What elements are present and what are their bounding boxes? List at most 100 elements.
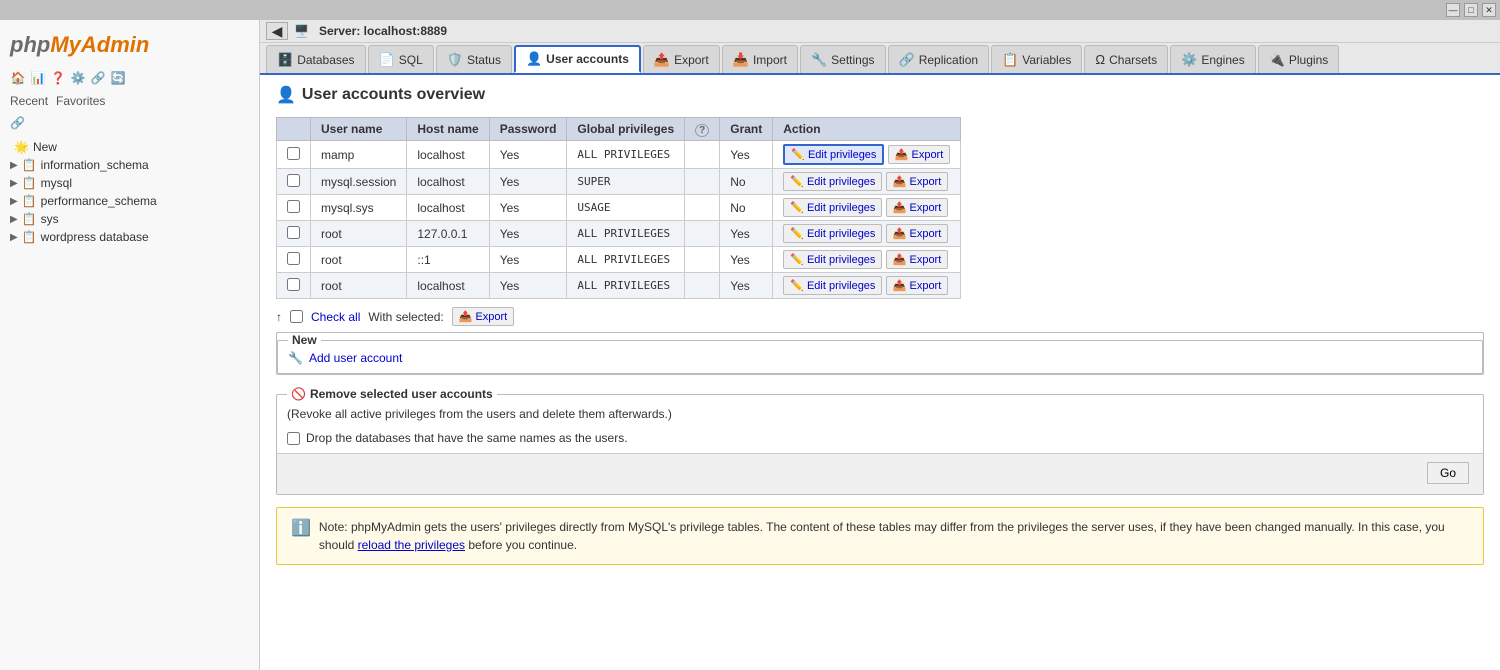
nav-tab-import[interactable]: 📥Import xyxy=(722,45,798,73)
table-row: mysql.session localhost Yes SUPER No ✏️ … xyxy=(277,169,961,195)
sidebar-item-new[interactable]: 🌟New xyxy=(10,138,249,156)
nav-tab-variables[interactable]: 📋Variables xyxy=(991,45,1082,73)
row-username-3: root xyxy=(311,221,407,247)
nav-tab-status[interactable]: 🛡️Status xyxy=(436,45,512,73)
link-icon-area: 🔗 xyxy=(0,112,259,134)
row-checkbox-5[interactable] xyxy=(287,278,300,291)
row-check-0[interactable] xyxy=(277,141,311,169)
nav-tab-engines[interactable]: ⚙️Engines xyxy=(1170,45,1256,73)
edit-icon-5: ✏️ xyxy=(790,279,804,292)
content-area: ◀ 🖥️ Server: localhost:8889 🗄️Databases📄… xyxy=(260,20,1500,670)
export-btn-0[interactable]: 📤 Export xyxy=(888,145,951,164)
sidebar-item-wordpress-database[interactable]: ▶📋wordpress database xyxy=(10,228,249,246)
tab-label-1: SQL xyxy=(399,53,423,67)
tree-expand-icon-4: ▶ xyxy=(10,214,18,225)
row-checkbox-3[interactable] xyxy=(287,226,300,239)
check-all-checkbox[interactable] xyxy=(290,310,303,323)
check-all-label[interactable]: Check all xyxy=(311,310,360,324)
drop-db-checkbox[interactable] xyxy=(287,432,300,445)
edit-privileges-btn-0[interactable]: ✏️ Edit privileges xyxy=(783,144,884,165)
window-controls[interactable]: — □ ✕ xyxy=(1446,3,1496,17)
sidebar-item-sys[interactable]: ▶ 📋 sys xyxy=(10,210,249,228)
privileges-help-icon[interactable]: ? xyxy=(695,124,709,137)
row-check-2[interactable] xyxy=(277,195,311,221)
row-actions-1: ✏️ Edit privileges 📤 Export xyxy=(773,169,961,195)
go-button[interactable]: Go xyxy=(1427,462,1469,484)
row-check-3[interactable] xyxy=(277,221,311,247)
row-priv-empty-1 xyxy=(685,169,720,195)
row-check-1[interactable] xyxy=(277,169,311,195)
recent-tab[interactable]: Recent xyxy=(10,94,48,108)
refresh-icon[interactable]: 🔄 xyxy=(110,70,126,86)
row-hostname-0: localhost xyxy=(407,141,489,169)
tab-icon-3: 👤 xyxy=(526,51,542,67)
sidebar-item-performance_schema[interactable]: ▶📋performance_schema xyxy=(10,192,249,210)
export-btn-1[interactable]: 📤 Export xyxy=(886,172,949,191)
tab-icon-2: 🛡️ xyxy=(447,52,463,68)
row-checkbox-0[interactable] xyxy=(287,147,300,160)
tree-label-4: sys xyxy=(41,212,59,226)
minimize-button[interactable]: — xyxy=(1446,3,1460,17)
edit-icon-2: ✏️ xyxy=(790,201,804,214)
nav-tab-replication[interactable]: 🔗Replication xyxy=(888,45,990,73)
row-check-5[interactable] xyxy=(277,273,311,299)
link-icon[interactable]: 🔗 xyxy=(90,70,106,86)
settings-icon[interactable]: ⚙️ xyxy=(70,70,86,86)
edit-privileges-btn-5[interactable]: ✏️ Edit privileges xyxy=(783,276,882,295)
tab-icon-10: ⚙️ xyxy=(1181,52,1197,68)
nav-tab-export[interactable]: 📤Export xyxy=(643,45,720,73)
nav-tab-charsets[interactable]: ΩCharsets xyxy=(1084,45,1168,73)
export-btn-4[interactable]: 📤 Export xyxy=(886,250,949,269)
row-checkbox-4[interactable] xyxy=(287,252,300,265)
maximize-button[interactable]: □ xyxy=(1464,3,1478,17)
col-action: Action xyxy=(773,118,961,141)
edit-privileges-btn-4[interactable]: ✏️ Edit privileges xyxy=(783,250,882,269)
row-check-4[interactable] xyxy=(277,247,311,273)
tab-icon-8: 📋 xyxy=(1002,52,1018,68)
export-btn-2[interactable]: 📤 Export xyxy=(886,198,949,217)
row-grant-5: Yes xyxy=(720,273,773,299)
row-privileges-2: USAGE xyxy=(567,195,685,221)
page-title: 👤 User accounts overview xyxy=(276,85,1484,105)
tab-label-7: Replication xyxy=(919,53,978,67)
col-grant: Grant xyxy=(720,118,773,141)
home-icon[interactable]: 🏠 xyxy=(10,70,26,86)
tab-icon-6: 🔧 xyxy=(811,52,827,68)
edit-icon-1: ✏️ xyxy=(790,175,804,188)
logo: phpMyAdmin xyxy=(0,24,259,66)
grid-icon[interactable]: 📊 xyxy=(30,70,46,86)
tab-icon-0: 🗄️ xyxy=(277,52,293,68)
row-actions-5: ✏️ Edit privileges 📤 Export xyxy=(773,273,961,299)
edit-privileges-btn-3[interactable]: ✏️ Edit privileges xyxy=(783,224,882,243)
favorites-tab[interactable]: Favorites xyxy=(56,94,105,108)
col-password: Password xyxy=(489,118,567,141)
row-checkbox-2[interactable] xyxy=(287,200,300,213)
with-selected-export-button[interactable]: 📤 Export xyxy=(452,307,515,326)
add-user-account-link[interactable]: Add user account xyxy=(309,351,402,365)
reload-privileges-link[interactable]: reload the privileges xyxy=(358,538,465,552)
col-help: ? xyxy=(685,118,720,141)
nav-tab-plugins[interactable]: 🔌Plugins xyxy=(1258,45,1340,73)
col-hostname: Host name xyxy=(407,118,489,141)
tab-label-3: User accounts xyxy=(546,52,629,66)
question-icon[interactable]: ❓ xyxy=(50,70,66,86)
sidebar-nav-tabs: Recent Favorites xyxy=(0,90,259,112)
note-icon: ℹ️ xyxy=(291,518,311,538)
row-checkbox-1[interactable] xyxy=(287,174,300,187)
sidebar-item-mysql[interactable]: ▶📋mysql xyxy=(10,174,249,192)
nav-tab-sql[interactable]: 📄SQL xyxy=(368,45,434,73)
close-button[interactable]: ✕ xyxy=(1482,3,1496,17)
nav-tab-databases[interactable]: 🗄️Databases xyxy=(266,45,366,73)
row-grant-4: Yes xyxy=(720,247,773,273)
export-row-icon-4: 📤 xyxy=(893,253,907,266)
sidebar-item-information_schema[interactable]: ▶📋information_schema xyxy=(10,156,249,174)
edit-privileges-btn-2[interactable]: ✏️ Edit privileges xyxy=(783,198,882,217)
edit-privileges-btn-1[interactable]: ✏️ Edit privileges xyxy=(783,172,882,191)
export-btn-5[interactable]: 📤 Export xyxy=(886,276,949,295)
tree-icon-4: 📋 xyxy=(22,212,37,226)
row-hostname-4: ::1 xyxy=(407,247,489,273)
nav-tab-user-accounts[interactable]: 👤 User accounts xyxy=(514,45,641,73)
back-button[interactable]: ◀ xyxy=(266,22,288,40)
export-btn-3[interactable]: 📤 Export xyxy=(886,224,949,243)
nav-tab-settings[interactable]: 🔧Settings xyxy=(800,45,886,73)
